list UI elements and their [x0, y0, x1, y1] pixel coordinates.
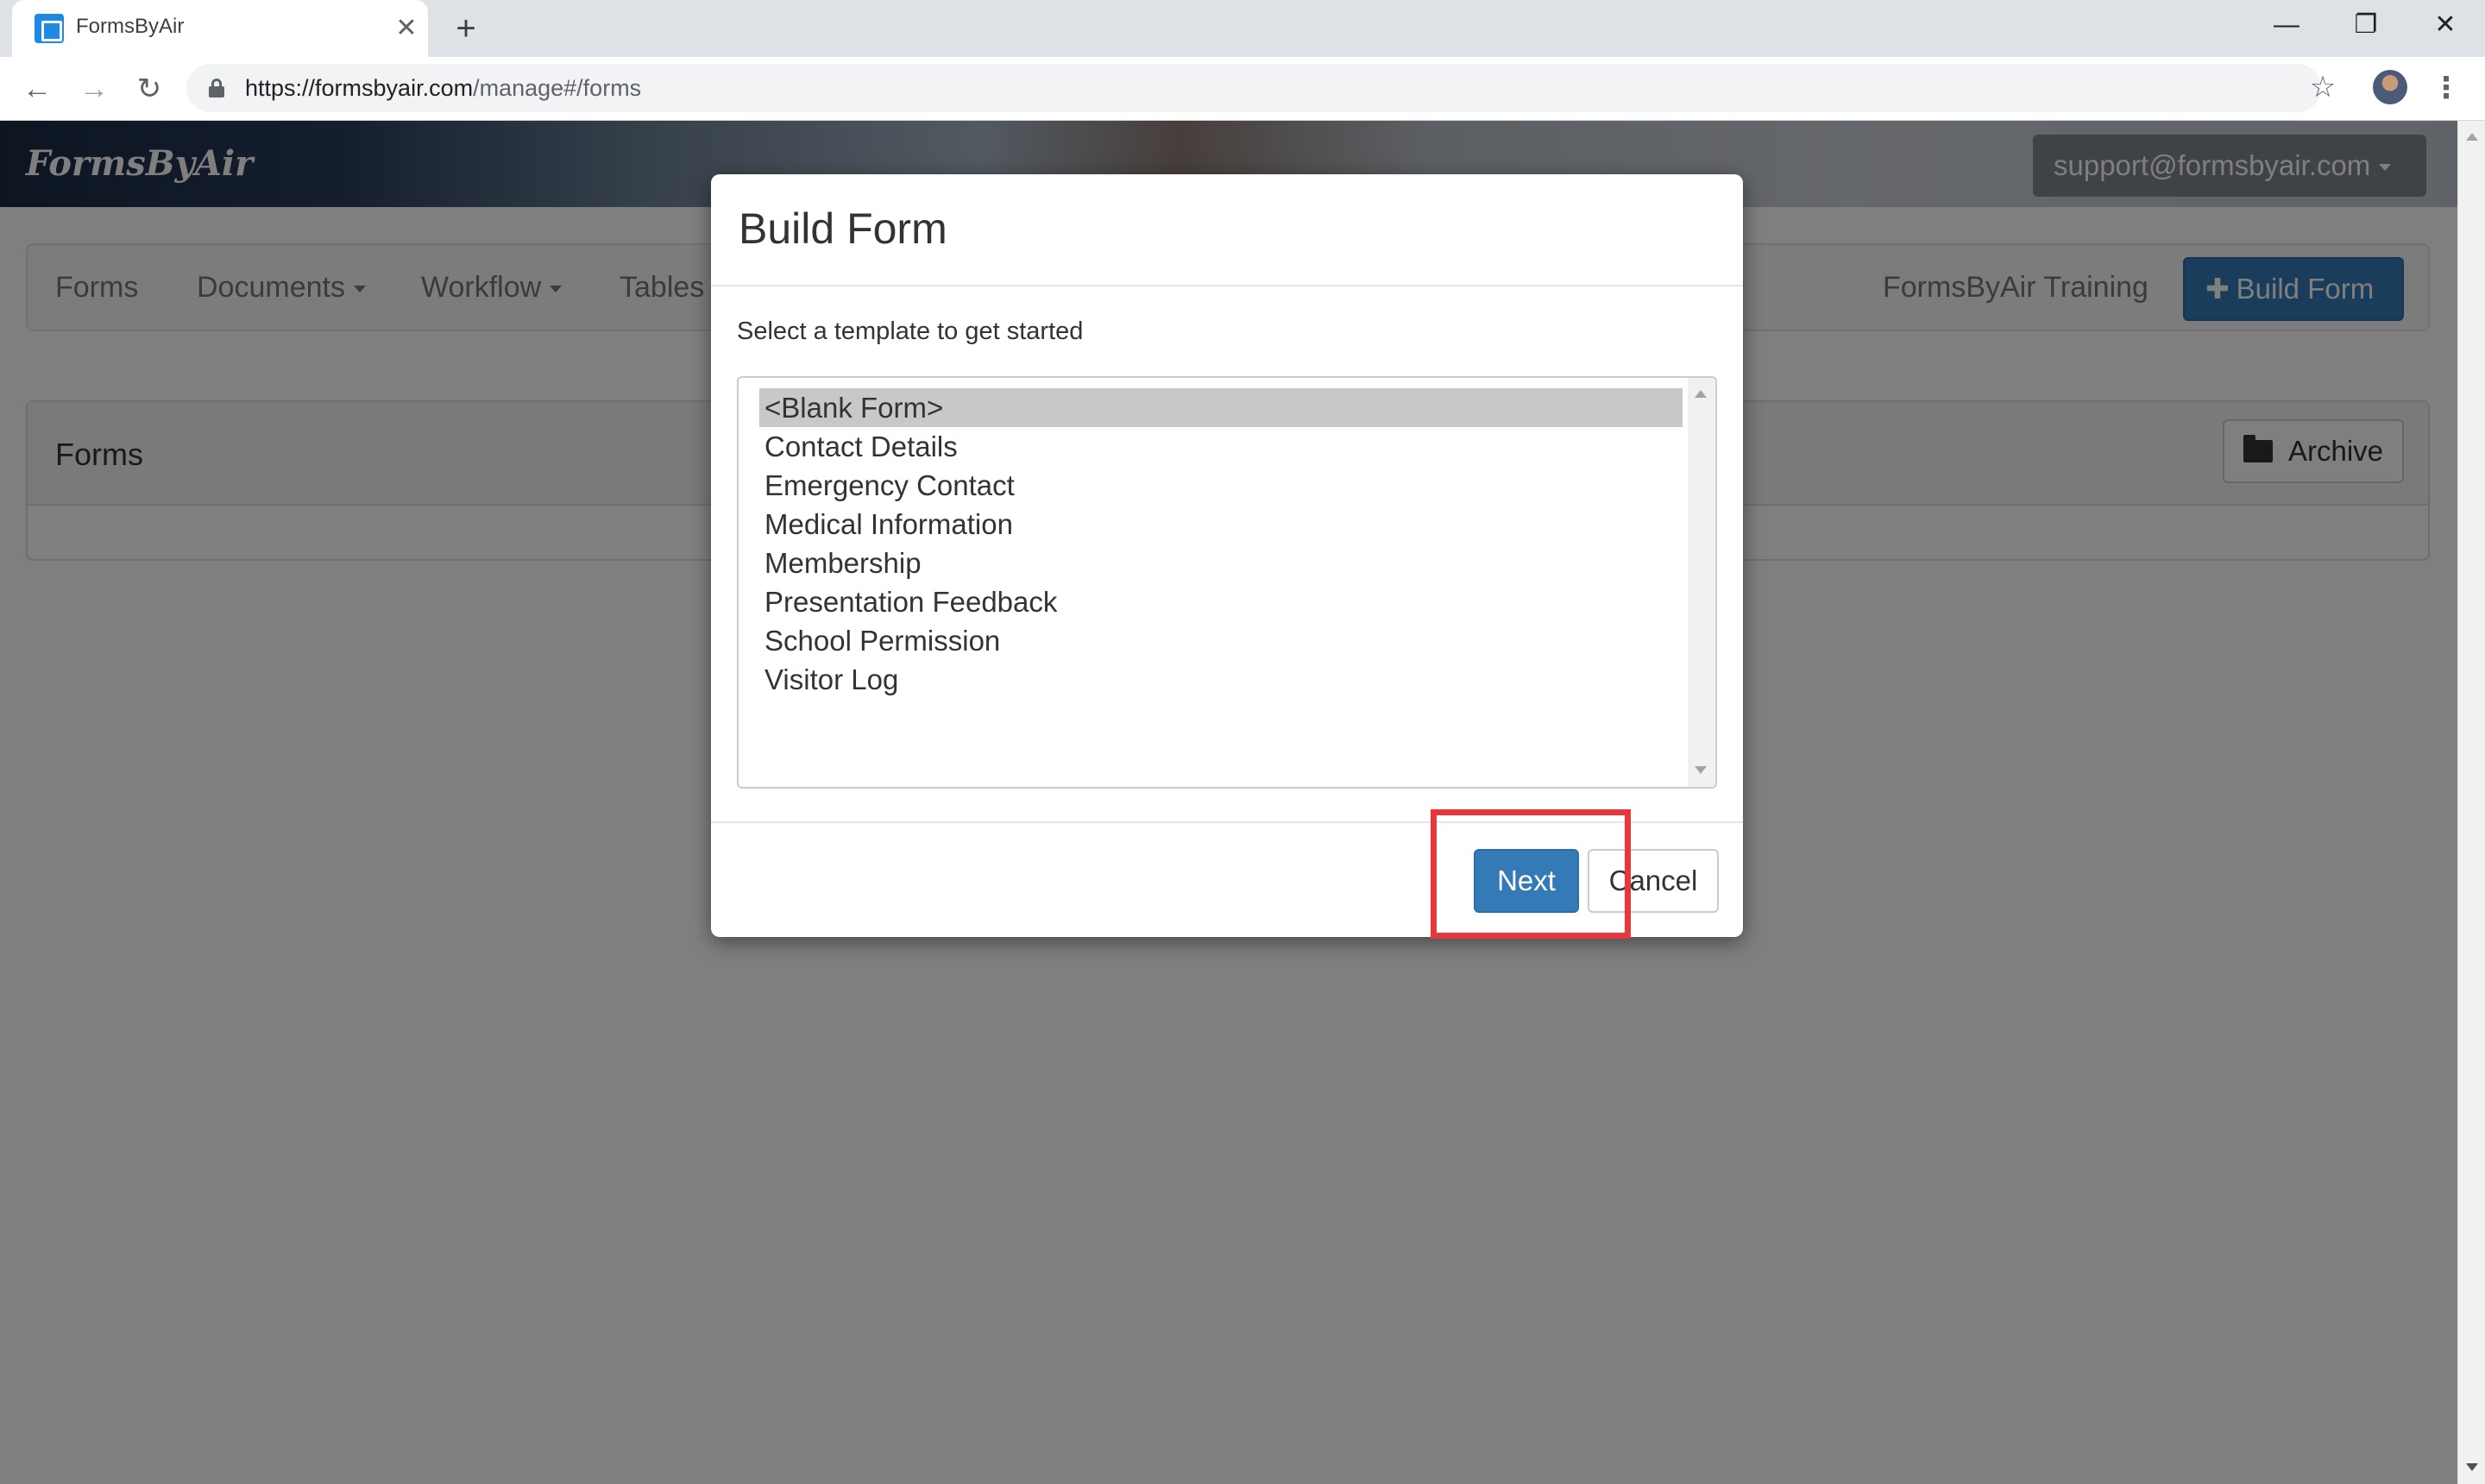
- template-option[interactable]: School Permission: [759, 621, 1683, 660]
- dialog-instructions: Select a template to get started: [737, 318, 1084, 345]
- new-tab-button[interactable]: +: [447, 9, 485, 48]
- browser-tab[interactable]: FormsByAir ✕: [12, 0, 428, 57]
- lock-icon[interactable]: [209, 79, 224, 97]
- back-arrow-icon[interactable]: ←: [16, 67, 59, 110]
- browser-toolbar: ← → ↻ https://formsbyair.com/manage#/for…: [0, 57, 2485, 121]
- browser-menu-icon[interactable]: ⋮: [2432, 69, 2461, 107]
- template-option[interactable]: Emergency Contact: [759, 466, 1683, 505]
- dialog-body: Select a template to get started <Blank …: [711, 286, 1743, 821]
- template-options: <Blank Form> Contact Details Emergency C…: [759, 388, 1683, 699]
- dialog-header: Build Form: [711, 174, 1743, 286]
- address-bar[interactable]: https://formsbyair.com/manage#/forms: [186, 64, 2321, 112]
- close-tab-icon[interactable]: ✕: [392, 12, 421, 45]
- close-window-button[interactable]: ✕: [2406, 0, 2485, 52]
- profile-avatar[interactable]: [2373, 70, 2407, 104]
- template-option[interactable]: Medical Information: [759, 505, 1683, 544]
- template-listbox[interactable]: <Blank Form> Contact Details Emergency C…: [737, 376, 1717, 789]
- reload-icon[interactable]: ↻: [128, 67, 171, 110]
- scroll-up-arrow-icon[interactable]: [2466, 133, 2478, 141]
- template-option[interactable]: Visitor Log: [759, 660, 1683, 699]
- bookmark-star-icon[interactable]: ☆: [2304, 66, 2342, 109]
- listbox-scrollbar[interactable]: [1688, 378, 1715, 787]
- template-option[interactable]: <Blank Form>: [759, 388, 1683, 427]
- scroll-down-arrow-icon[interactable]: [2466, 1463, 2478, 1471]
- url-text[interactable]: https://formsbyair.com/manage#/forms: [245, 75, 641, 102]
- web-page: FormsByAir support@formsbyair.com Forms …: [0, 121, 2457, 1484]
- page-scrollbar[interactable]: [2457, 121, 2485, 1484]
- browser-tabstrip: FormsByAir ✕ + — ❐ ✕: [0, 0, 2485, 57]
- template-option[interactable]: Membership: [759, 544, 1683, 582]
- template-option[interactable]: Contact Details: [759, 427, 1683, 466]
- template-option[interactable]: Presentation Feedback: [759, 582, 1683, 621]
- minimize-window-button[interactable]: —: [2247, 0, 2326, 52]
- scroll-up-arrow-icon[interactable]: [1695, 390, 1707, 398]
- forward-arrow-icon[interactable]: →: [72, 67, 116, 110]
- url-path: /manage#/forms: [473, 75, 642, 101]
- scroll-down-arrow-icon[interactable]: [1695, 766, 1707, 774]
- tab-title: FormsByAir: [76, 15, 185, 38]
- url-host: https://formsbyair.com: [245, 75, 474, 101]
- dialog-title: Build Form: [739, 204, 947, 253]
- highlight-annotation: [1431, 809, 1631, 939]
- restore-window-button[interactable]: ❐: [2326, 0, 2406, 52]
- favicon-icon: [35, 14, 64, 43]
